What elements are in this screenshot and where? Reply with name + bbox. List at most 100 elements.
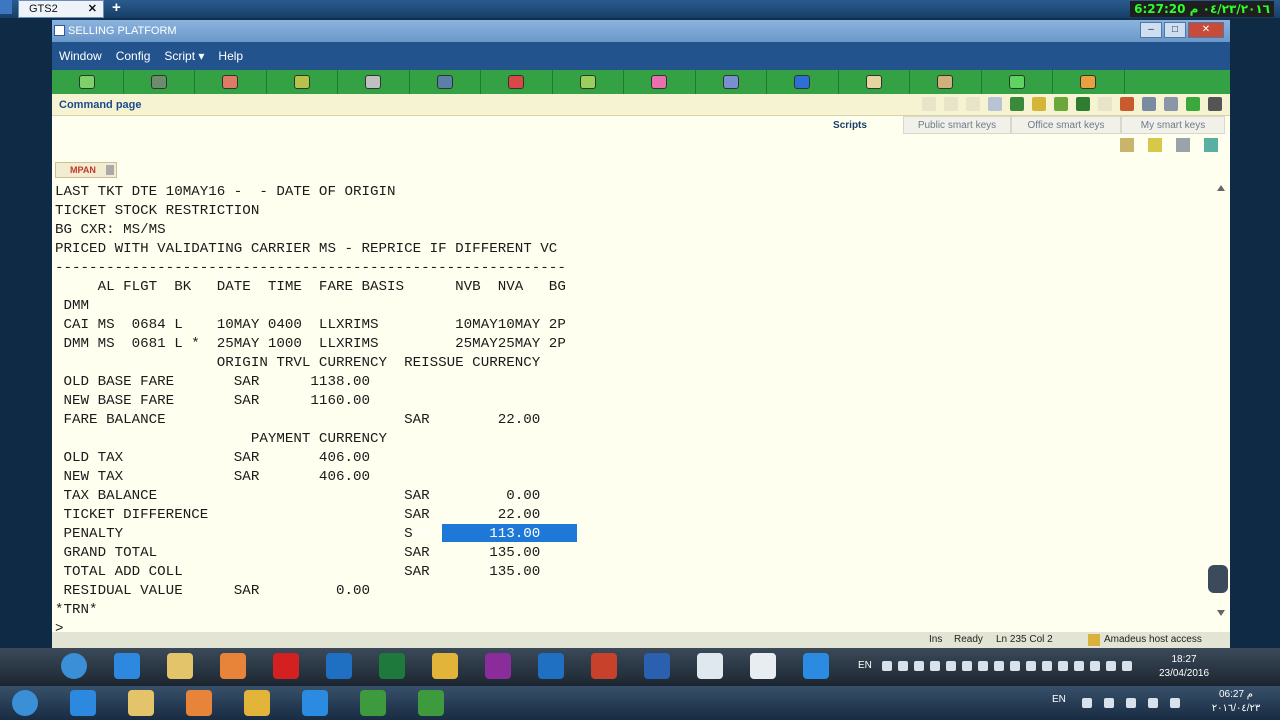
- tray-icon[interactable]: [914, 661, 924, 671]
- toolbar-button[interactable]: [839, 70, 910, 94]
- tab-public-smart-keys[interactable]: Public smart keys: [903, 116, 1011, 134]
- camtasia-alt-icon[interactable]: [418, 690, 444, 716]
- tray-icon[interactable]: [962, 661, 972, 671]
- toolbar-button[interactable]: [195, 70, 267, 94]
- tray-icon[interactable]: [1148, 698, 1158, 708]
- maximize-button[interactable]: □: [1164, 22, 1186, 38]
- tray-icon[interactable]: [1026, 661, 1036, 671]
- tray-icon[interactable]: [1126, 698, 1136, 708]
- teamviewer-icon[interactable]: [302, 690, 328, 716]
- chrome-icon[interactable]: [244, 690, 270, 716]
- folder-icon[interactable]: [167, 653, 193, 679]
- outlook-alt-icon[interactable]: [538, 653, 564, 679]
- tray-icon[interactable]: [1106, 661, 1116, 671]
- window-titlebar[interactable]: SELLING PLATFORM – □ ✕: [52, 20, 1230, 42]
- media-icon[interactable]: [186, 690, 212, 716]
- tray-icon[interactable]: [1058, 661, 1068, 671]
- tray-icon[interactable]: [930, 661, 940, 671]
- toolbar-button[interactable]: [52, 70, 124, 94]
- tray-icon[interactable]: [1010, 661, 1020, 671]
- tray-icon[interactable]: [1074, 661, 1084, 671]
- edit-icon[interactable]: [988, 97, 1002, 111]
- tray-icon[interactable]: [1090, 661, 1100, 671]
- tray-icon[interactable]: [978, 661, 988, 671]
- tray-icon[interactable]: [994, 661, 1004, 671]
- pen-icon[interactable]: [1032, 97, 1046, 111]
- list-icon[interactable]: [1076, 97, 1090, 111]
- toolbar-button[interactable]: [1053, 70, 1125, 94]
- run-icon[interactable]: [1148, 138, 1162, 152]
- selected-text[interactable]: AR 113.00: [413, 526, 541, 542]
- print-icon[interactable]: [1208, 97, 1222, 111]
- terminal-scrollbar[interactable]: [1214, 183, 1228, 620]
- new-tab-button[interactable]: +: [112, 0, 121, 16]
- tray-icon[interactable]: [898, 661, 908, 671]
- close-icon[interactable]: ✕: [88, 1, 97, 17]
- tray-icon[interactable]: [882, 661, 892, 671]
- teamviewer-icon[interactable]: [803, 653, 829, 679]
- excel-icon[interactable]: [379, 653, 405, 679]
- amadeus-icon[interactable]: [750, 653, 776, 679]
- scissors-icon[interactable]: [1120, 138, 1134, 152]
- media-icon[interactable]: [220, 653, 246, 679]
- start-orb[interactable]: [12, 690, 38, 716]
- minimize-button[interactable]: –: [1140, 22, 1162, 38]
- start-orb[interactable]: [61, 653, 87, 679]
- menu-config[interactable]: Config: [109, 42, 158, 70]
- scroll-down-icon[interactable]: [1217, 610, 1225, 616]
- remote-language[interactable]: EN: [858, 660, 872, 672]
- copy-icon[interactable]: [1164, 97, 1178, 111]
- toolbar-button[interactable]: [267, 70, 338, 94]
- ie-active-icon[interactable]: [697, 653, 723, 679]
- tray-icon[interactable]: [1122, 661, 1132, 671]
- tab-scripts[interactable]: Scripts: [797, 116, 903, 134]
- close-button[interactable]: ✕: [1188, 22, 1224, 38]
- flag-icon[interactable]: [1054, 97, 1068, 111]
- tray-icon[interactable]: [1042, 661, 1052, 671]
- local-language[interactable]: EN: [1052, 694, 1066, 706]
- remote-tab[interactable]: GTS2 ✕: [18, 0, 104, 18]
- chrome-icon[interactable]: [432, 653, 458, 679]
- tray-icon[interactable]: [946, 661, 956, 671]
- tray-icon[interactable]: [1104, 698, 1114, 708]
- tab-my-smart-keys[interactable]: My smart keys: [1121, 116, 1225, 134]
- tray-icon[interactable]: [1082, 698, 1092, 708]
- menu-window[interactable]: Window: [52, 42, 109, 70]
- word-icon[interactable]: [644, 653, 670, 679]
- terminal-output[interactable]: LAST TKT DTE 10MAY16 - - DATE OF ORIGIN T…: [55, 183, 1215, 637]
- terminal-line: ----------------------------------------…: [55, 260, 566, 276]
- toolbar-button[interactable]: [696, 70, 767, 94]
- menu-help[interactable]: Help: [211, 42, 250, 70]
- save-icon[interactable]: [1176, 138, 1190, 152]
- opera-icon[interactable]: [273, 653, 299, 679]
- internet-explorer-icon[interactable]: [70, 690, 96, 716]
- powerpoint-icon[interactable]: [591, 653, 617, 679]
- camtasia-icon[interactable]: [360, 690, 386, 716]
- scroll-up-icon[interactable]: [1217, 185, 1225, 191]
- tab-office-smart-keys[interactable]: Office smart keys: [1011, 116, 1121, 134]
- toolbar-button[interactable]: [624, 70, 696, 94]
- toolbar-button[interactable]: [338, 70, 410, 94]
- toolbar-button[interactable]: [767, 70, 839, 94]
- chevron-down-icon[interactable]: [106, 165, 114, 175]
- menu-script[interactable]: Script ▾: [157, 42, 211, 70]
- toolbar-button[interactable]: [982, 70, 1053, 94]
- pencil-icon[interactable]: [1186, 97, 1200, 111]
- tray-icon[interactable]: [1170, 698, 1180, 708]
- toolbar-button[interactable]: [553, 70, 624, 94]
- onenote-icon[interactable]: [485, 653, 511, 679]
- bookmark-icon[interactable]: [1142, 97, 1156, 111]
- toolbar-button[interactable]: [124, 70, 195, 94]
- notes-icon[interactable]: [1010, 97, 1024, 111]
- side-panel-grip[interactable]: [1208, 565, 1228, 593]
- toolbar-button[interactable]: [910, 70, 982, 94]
- terminal-line: RESIDUAL VALUE SAR 0.00: [55, 583, 371, 599]
- toolbar-button[interactable]: [481, 70, 553, 94]
- internet-explorer-icon[interactable]: [114, 653, 140, 679]
- toolbar-button[interactable]: [410, 70, 481, 94]
- search-icon[interactable]: [1120, 97, 1134, 111]
- folder-icon[interactable]: [128, 690, 154, 716]
- refresh-icon[interactable]: [1204, 138, 1218, 152]
- mpan-button[interactable]: MPAN: [55, 162, 117, 178]
- outlook-icon[interactable]: [326, 653, 352, 679]
